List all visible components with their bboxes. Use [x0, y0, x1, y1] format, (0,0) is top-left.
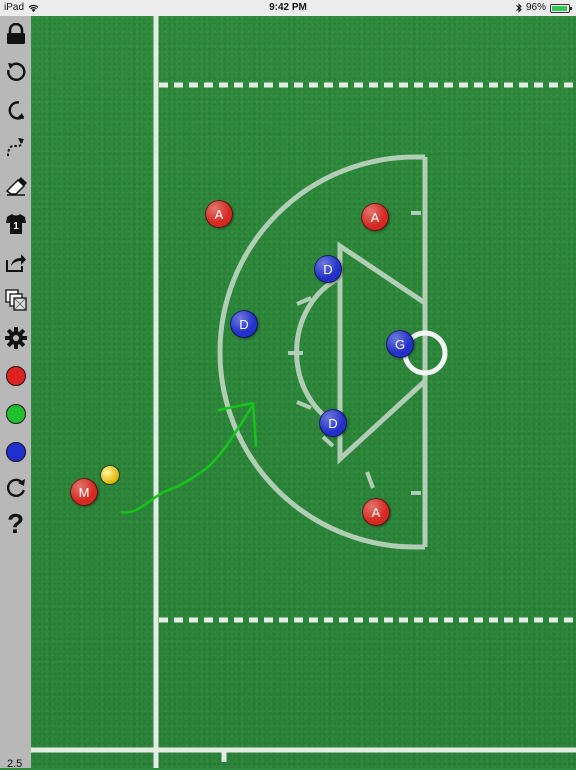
- version-label: 2.5: [7, 758, 23, 770]
- toolbar: 1 ? 2.5: [0, 16, 32, 770]
- green-color-icon: [5, 403, 26, 424]
- player-label: A: [370, 209, 380, 225]
- status-bar: iPad 9:42 PM 96%: [0, 0, 576, 16]
- player-label: D: [328, 415, 338, 431]
- reset-icon: [6, 478, 25, 497]
- undo-button[interactable]: [3, 59, 28, 84]
- share-icon: [5, 253, 26, 272]
- status-right: 96%: [516, 0, 572, 16]
- jersey-icon: 1: [5, 213, 26, 234]
- eraser-button[interactable]: [3, 173, 28, 198]
- status-time: 9:42 PM: [269, 2, 307, 13]
- player-attacker-3[interactable]: A: [362, 498, 390, 526]
- redo-button[interactable]: [3, 97, 28, 122]
- path-icon: [6, 137, 24, 156]
- lacrosse-field[interactable]: A A D D G D A M: [31, 16, 576, 768]
- battery-icon: [550, 3, 572, 13]
- red-color-icon: [5, 365, 26, 386]
- undo-icon: [6, 62, 25, 81]
- help-icon: ?: [6, 507, 25, 539]
- crease-triangle: [337, 241, 427, 465]
- player-label: G: [394, 336, 406, 352]
- player-goalie[interactable]: G: [386, 330, 414, 358]
- player-attacker-2[interactable]: A: [361, 203, 389, 231]
- layers-button[interactable]: [3, 287, 28, 312]
- red-color-button[interactable]: [3, 363, 28, 388]
- jersey-number: 1: [13, 221, 19, 232]
- help-button[interactable]: ?: [3, 508, 28, 539]
- player-label: A: [371, 504, 381, 520]
- player-label: A: [214, 206, 224, 222]
- player-label: D: [239, 316, 249, 332]
- layers-icon: [4, 288, 27, 311]
- ball[interactable]: [101, 466, 119, 484]
- green-color-button[interactable]: [3, 401, 28, 426]
- player-midfielder[interactable]: M: [70, 478, 98, 506]
- jersey-button[interactable]: 1: [3, 211, 28, 236]
- player-defender-2[interactable]: D: [230, 310, 258, 338]
- player-defender-1[interactable]: D: [314, 255, 342, 283]
- path-button[interactable]: [3, 135, 28, 160]
- settings-button[interactable]: [3, 325, 28, 350]
- player-attacker-1[interactable]: A: [205, 200, 233, 228]
- field-lines: [31, 16, 576, 768]
- reset-button[interactable]: [3, 475, 28, 500]
- blue-color-icon: [5, 441, 26, 462]
- eraser-icon: [5, 176, 27, 196]
- lock-icon: [6, 22, 25, 44]
- bluetooth-icon: [516, 3, 522, 13]
- player-label: M: [78, 484, 90, 500]
- battery-fill: [552, 5, 568, 11]
- gear-icon: [4, 326, 27, 349]
- blue-color-button[interactable]: [3, 439, 28, 464]
- drawn-arrow: [120, 401, 258, 514]
- player-defender-3[interactable]: D: [319, 409, 347, 437]
- redo-icon: [8, 100, 24, 120]
- lock-button[interactable]: [3, 21, 28, 46]
- battery-percent: 96%: [525, 2, 546, 13]
- player-label: D: [323, 261, 333, 277]
- share-button[interactable]: [3, 249, 28, 274]
